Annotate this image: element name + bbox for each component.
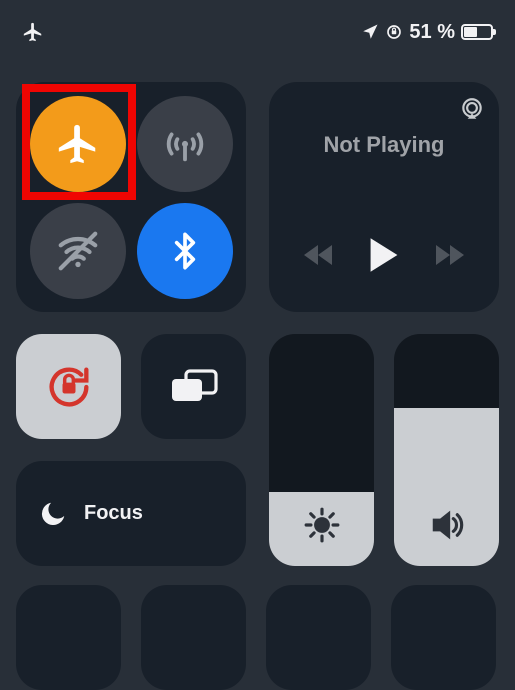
media-play-icon[interactable] <box>367 236 401 274</box>
connectivity-tile[interactable] <box>16 82 246 312</box>
status-bar: 51 % <box>0 18 515 46</box>
orientation-lock-toggle[interactable] <box>16 334 121 439</box>
media-prev-icon[interactable] <box>302 241 338 269</box>
airplane-mode-toggle[interactable] <box>30 96 126 192</box>
peek-tile-3[interactable] <box>266 585 371 690</box>
media-next-icon[interactable] <box>430 241 466 269</box>
airplay-icon[interactable] <box>459 96 485 122</box>
battery-fill <box>464 27 477 37</box>
brightness-slider[interactable] <box>269 334 374 566</box>
media-title: Not Playing <box>287 132 481 158</box>
moon-icon <box>38 499 68 529</box>
peek-tile-1[interactable] <box>16 585 121 690</box>
control-center-grid: Not Playing Focus <box>16 82 499 566</box>
airplane-icon <box>22 21 44 43</box>
media-tile[interactable]: Not Playing <box>269 82 499 312</box>
peek-tile-2[interactable] <box>141 585 246 690</box>
status-right: 51 % <box>361 21 493 44</box>
status-left <box>22 21 44 43</box>
orientation-lock-status-icon <box>385 23 403 41</box>
bluetooth-toggle[interactable] <box>137 203 233 299</box>
cellular-data-toggle[interactable] <box>137 96 233 192</box>
wifi-toggle[interactable] <box>30 203 126 299</box>
peek-tile-4[interactable] <box>391 585 496 690</box>
sliders-column <box>269 334 499 566</box>
volume-slider[interactable] <box>394 334 499 566</box>
lock-mirror-row <box>16 334 246 439</box>
media-controls <box>287 236 481 274</box>
speaker-icon <box>426 506 468 544</box>
battery-percent-text: 51 % <box>409 21 455 44</box>
screen-mirroring-button[interactable] <box>141 334 246 439</box>
focus-toggle[interactable]: Focus <box>16 461 246 566</box>
sun-icon <box>303 506 341 544</box>
bottom-peek-row <box>16 585 499 690</box>
location-icon <box>361 23 379 41</box>
left-column: Focus <box>16 334 246 566</box>
focus-label: Focus <box>84 502 143 525</box>
battery-icon <box>461 24 493 40</box>
